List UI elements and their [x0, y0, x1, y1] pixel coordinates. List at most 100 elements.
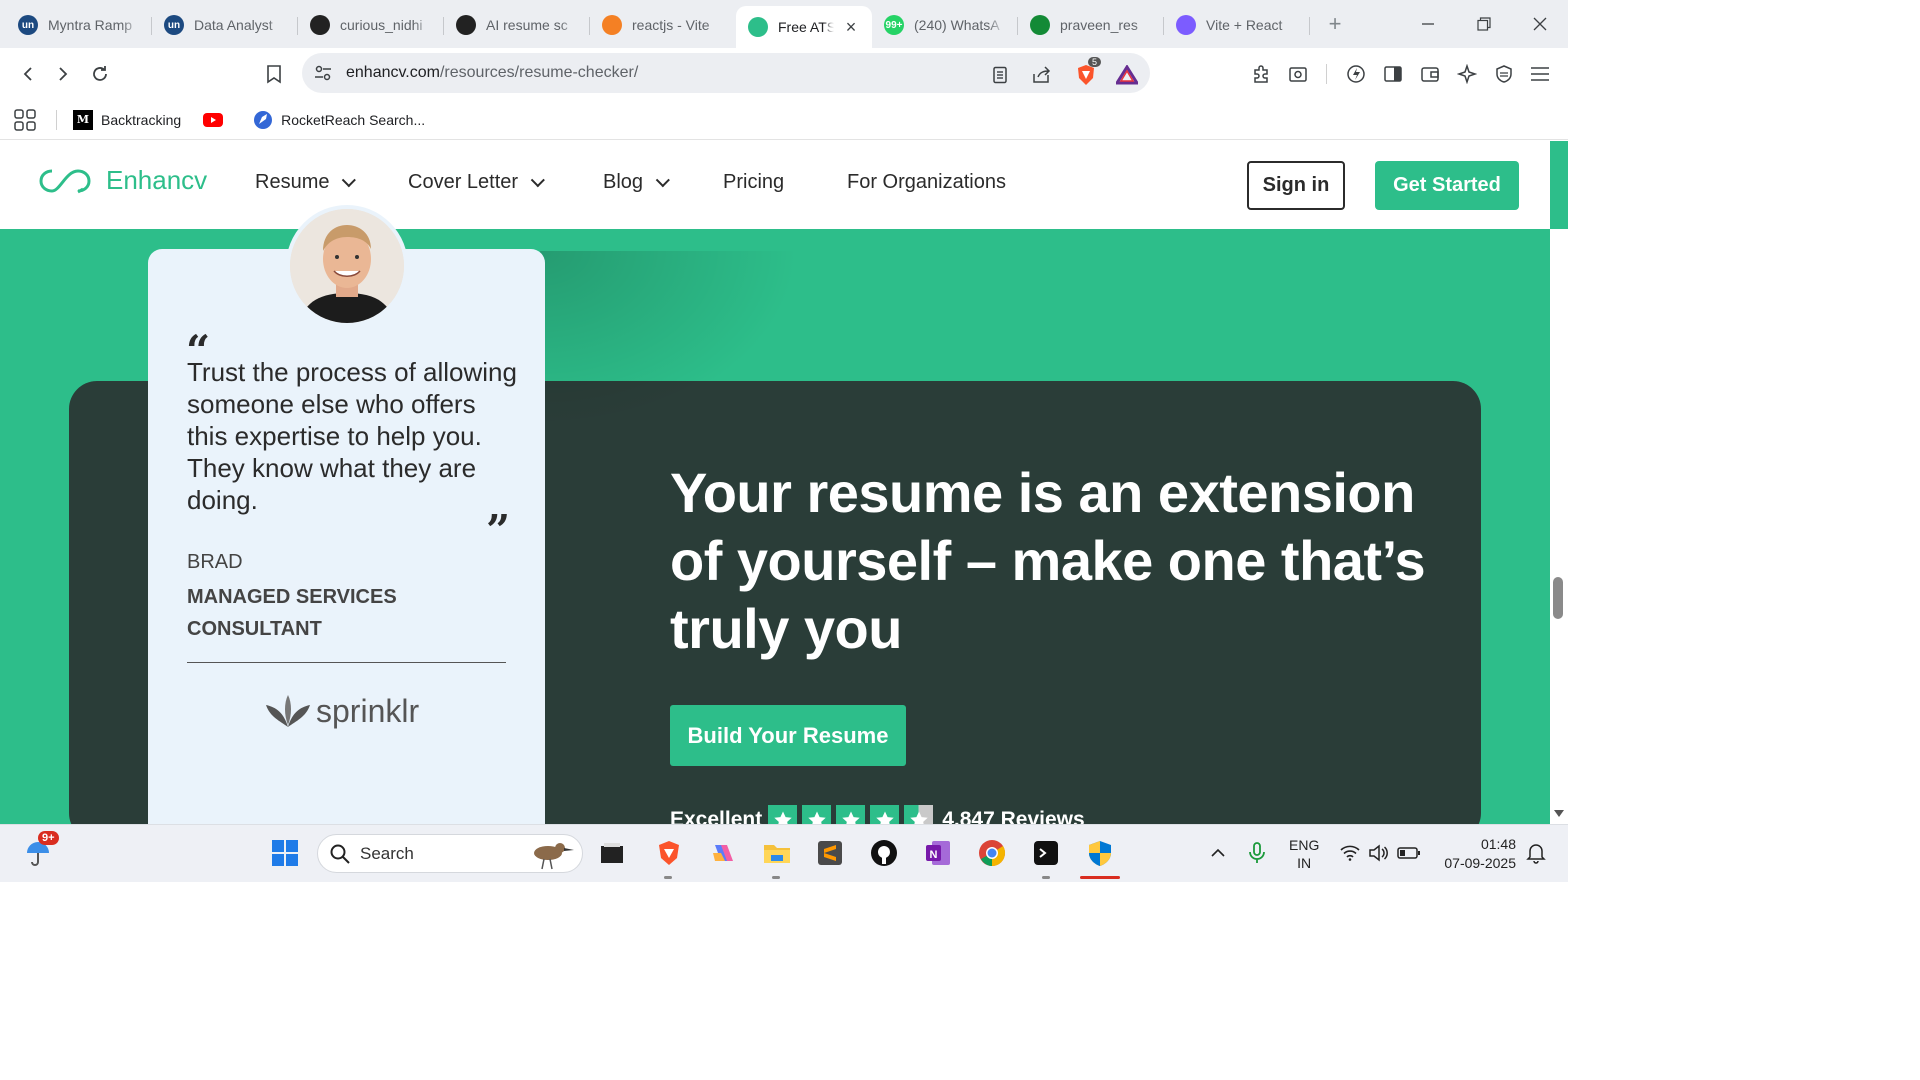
svg-text:N: N	[930, 849, 938, 861]
web-page: Enhancv Resume Cover Letter Blog Pricing…	[0, 141, 1568, 824]
leo-ai-icon[interactable]	[1338, 56, 1374, 92]
folder-icon[interactable]	[761, 837, 793, 869]
card-shadow	[540, 251, 800, 431]
bookmark-youtube[interactable]	[203, 110, 231, 130]
tab-data-analyst[interactable]: un Data Analyst	[152, 5, 298, 45]
bookmark-rocketreach[interactable]: RocketReach Search...	[253, 110, 425, 130]
testimonial-card: “ Trust the process of allowing someone …	[148, 205, 545, 824]
tab-free-ats[interactable]: Free ATS ×	[736, 6, 872, 48]
enhancv-logo[interactable]: Enhancv	[38, 165, 207, 196]
brave-icon[interactable]	[653, 837, 685, 869]
start-button[interactable]	[269, 837, 301, 869]
lang-line-1: ENG	[1289, 837, 1320, 853]
running-indicator	[664, 876, 672, 879]
stackoverflow-icon	[602, 15, 622, 35]
testimonial-divider	[187, 662, 506, 663]
reload-icon[interactable]	[82, 56, 118, 92]
windows-logo-icon	[272, 840, 298, 866]
file-explorer-icon[interactable]	[596, 837, 628, 869]
tab-240-whatsa[interactable]: 99+ (240) WhatsA	[872, 5, 1018, 45]
onenote-icon[interactable]: N	[922, 837, 954, 869]
extensions-icon[interactable]	[1244, 56, 1280, 92]
unstop-icon: un	[18, 15, 38, 35]
minimize-icon[interactable]	[1400, 0, 1456, 48]
screenshot-icon[interactable]	[1280, 56, 1316, 92]
volume-icon[interactable]	[1362, 837, 1394, 869]
battery-icon[interactable]	[1393, 837, 1425, 869]
sprinklr-wordmark: sprinklr	[316, 693, 420, 729]
scrollbar-thumb[interactable]	[1553, 577, 1563, 619]
bookmark-icon[interactable]	[256, 56, 292, 92]
tab-curious-nidhi[interactable]: curious_nidhi	[298, 5, 444, 45]
sublime-text-icon[interactable]	[814, 837, 846, 869]
brave-rewards-icon[interactable]	[1115, 63, 1139, 87]
running-indicator	[772, 876, 780, 879]
nav-cover-letter[interactable]: Cover Letter	[408, 171, 545, 194]
forward-icon[interactable]	[45, 56, 81, 92]
chrome-icon[interactable]	[976, 837, 1008, 869]
show-hidden-icons-icon[interactable]	[1202, 837, 1234, 869]
nav-pricing[interactable]: Pricing	[723, 171, 784, 194]
close-window-icon[interactable]	[1512, 0, 1568, 48]
reader-mode-icon[interactable]	[988, 63, 1012, 87]
sidebar-icon[interactable]	[1375, 56, 1411, 92]
taskbar-search[interactable]: Search	[317, 834, 583, 873]
url-text[interactable]: enhancv.com/resources/resume-checker/	[346, 64, 638, 82]
terminal-icon[interactable]	[1030, 837, 1062, 869]
nav-for-organizations[interactable]: For Organizations	[847, 171, 1006, 194]
sign-in-button[interactable]: Sign in	[1247, 161, 1345, 210]
vpn-icon[interactable]	[1486, 56, 1522, 92]
get-started-button[interactable]: Get Started	[1375, 161, 1519, 210]
overleaf-icon	[1030, 15, 1050, 35]
copilot-icon[interactable]	[707, 837, 739, 869]
tab-reactjs-vite[interactable]: reactjs - Vite	[590, 5, 736, 45]
sprinklr-leaf-icon	[266, 694, 310, 727]
clock[interactable]: 01:48 07-09-2025	[1438, 835, 1516, 873]
scroll-down-arrow-icon[interactable]	[1552, 807, 1566, 821]
language-indicator[interactable]: ENG IN	[1289, 836, 1319, 872]
infinity-logo-icon	[39, 168, 91, 193]
tab-myntra-ramp[interactable]: un Myntra Ramp	[6, 5, 152, 45]
active-app-indicator	[1080, 876, 1120, 879]
star-icon	[836, 805, 866, 824]
microphone-icon[interactable]	[1241, 837, 1273, 869]
toolbar-divider	[1326, 64, 1327, 84]
nav-blog[interactable]: Blog	[603, 171, 670, 194]
restore-icon[interactable]	[1456, 0, 1512, 48]
bookmark-divider	[56, 109, 57, 130]
tab-ai-resume-sc[interactable]: AI resume sc	[444, 5, 590, 45]
close-quote-icon: ”	[486, 506, 511, 555]
new-tab-button[interactable]: +	[1320, 11, 1350, 37]
scrollbar-track[interactable]	[1550, 229, 1568, 824]
chevron-down-icon	[655, 172, 670, 187]
brave-shields-icon[interactable]: 5	[1074, 57, 1102, 87]
close-tab-icon[interactable]: ×	[842, 17, 860, 38]
apps-grid-icon[interactable]	[14, 108, 36, 131]
bookmarks-bar: M Backtracking RocketReach Search...	[0, 100, 1568, 140]
share-icon[interactable]	[1030, 63, 1054, 87]
build-resume-button[interactable]: Build Your Resume	[670, 705, 906, 766]
bookmark-label: RocketReach Search...	[281, 111, 426, 128]
running-indicator	[1042, 876, 1050, 879]
wallet-icon[interactable]	[1412, 56, 1448, 92]
address-bar[interactable]: enhancv.com/resources/resume-checker/ 5	[302, 53, 1150, 93]
github-icon[interactable]	[868, 837, 900, 869]
tab-praveen-res[interactable]: praveen_res	[1018, 5, 1164, 45]
defender-icon[interactable]	[1084, 837, 1116, 869]
avatar	[286, 205, 408, 327]
site-header: Enhancv Resume Cover Letter Blog Pricing…	[0, 141, 1550, 229]
back-icon[interactable]	[10, 56, 46, 92]
ai-sparkle-icon[interactable]	[1449, 56, 1485, 92]
trustpilot-rating[interactable]: Excellent 4,847 Reviews	[670, 805, 1085, 824]
search-placeholder: Search	[360, 843, 414, 863]
shield-count-badge: 5	[1088, 57, 1102, 67]
tab-vite-react[interactable]: Vite + React	[1164, 5, 1310, 45]
menu-icon[interactable]	[1522, 56, 1558, 92]
bookmark-backtracking[interactable]: M Backtracking	[73, 109, 181, 130]
rating-stars	[768, 805, 938, 824]
site-info-icon[interactable]	[314, 64, 332, 82]
notifications-icon[interactable]	[1520, 837, 1552, 869]
nav-resume[interactable]: Resume	[255, 171, 357, 194]
vite-icon	[1176, 15, 1196, 35]
weather-widget[interactable]: 9+	[22, 831, 59, 869]
